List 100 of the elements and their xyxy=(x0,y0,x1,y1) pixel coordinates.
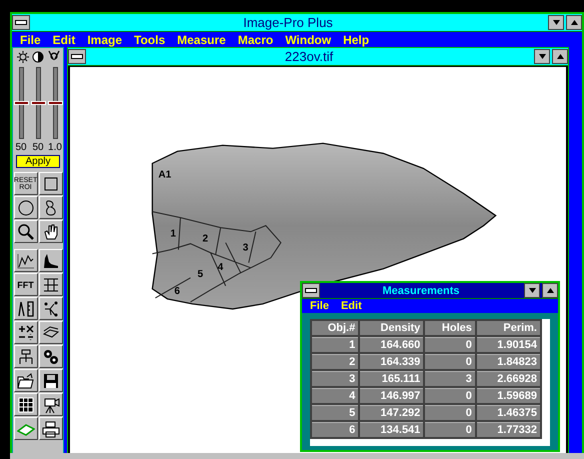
flowchart-tool-button[interactable] xyxy=(14,345,38,368)
table-cell: 0 xyxy=(425,405,475,420)
menu-item[interactable]: Measure xyxy=(173,32,234,46)
tile-grid-icon xyxy=(16,396,34,414)
slider-thumb[interactable] xyxy=(14,101,28,105)
table-cell: 0 xyxy=(425,422,475,437)
column-header: Obj.# xyxy=(312,321,358,335)
system-menu-button[interactable] xyxy=(68,49,86,64)
line-profile-icon xyxy=(16,252,34,270)
column-header: Density xyxy=(360,321,424,335)
menu-item[interactable]: File xyxy=(306,300,337,312)
caliper-ruler-icon xyxy=(16,300,34,318)
slider-thumb[interactable] xyxy=(48,101,62,105)
table-cell: 1.46375 xyxy=(476,405,540,420)
caliper-ruler-tool-button[interactable] xyxy=(14,297,38,320)
slider-value: 50 xyxy=(15,142,27,153)
table-cell: 165.111 xyxy=(360,371,424,386)
region-label: 6 xyxy=(174,286,180,297)
printer-tool-button[interactable] xyxy=(38,417,62,440)
tile-grid-tool-button[interactable] xyxy=(14,393,38,416)
camera-tool-button[interactable] xyxy=(38,393,62,416)
histogram-tool-button[interactable] xyxy=(38,249,62,272)
minimize-button[interactable] xyxy=(534,49,550,64)
rectangle-icon xyxy=(42,174,60,192)
freehand-shape-tool-button[interactable] xyxy=(38,196,62,219)
table-cell: 2 xyxy=(312,354,358,369)
up-triangle-icon xyxy=(556,54,564,59)
menu-item[interactable]: Tools xyxy=(130,32,174,46)
table-cell: 1.77332 xyxy=(476,422,540,437)
grid-table-tool-button[interactable] xyxy=(38,273,62,296)
apply-button[interactable]: Apply xyxy=(16,155,60,168)
circle-tool-button[interactable] xyxy=(14,196,38,219)
arithmetic-signs-tool-button[interactable] xyxy=(14,321,38,344)
table-cell: 164.660 xyxy=(360,337,424,352)
up-triangle-icon xyxy=(546,288,554,293)
menu-item[interactable]: Edit xyxy=(336,300,370,312)
minimize-button[interactable] xyxy=(524,283,540,298)
maximize-button[interactable] xyxy=(552,49,568,64)
menu-item[interactable]: Edit xyxy=(48,32,84,46)
hand-tool-button[interactable] xyxy=(38,220,62,243)
region-label: 4 xyxy=(218,262,224,273)
magnifier-tool-button[interactable] xyxy=(14,220,38,243)
down-triangle-icon xyxy=(528,288,536,293)
table-cell: 4 xyxy=(312,388,358,403)
down-triangle-icon xyxy=(538,54,546,59)
maximize-button[interactable] xyxy=(566,15,582,30)
minimize-button[interactable] xyxy=(548,15,564,30)
menu-item[interactable]: Help xyxy=(339,32,378,46)
table-cell: 147.292 xyxy=(360,405,424,420)
rectangle-tool-button[interactable] xyxy=(38,172,62,195)
window-title: Image-Pro Plus xyxy=(242,15,334,30)
printer-icon xyxy=(42,420,60,438)
menu-item[interactable]: Macro xyxy=(234,32,282,46)
gears-icon xyxy=(42,348,60,366)
window-title: 223ov.tif xyxy=(284,49,334,64)
table-cell: 2.66928 xyxy=(476,371,540,386)
menu-item[interactable]: Window xyxy=(281,32,340,46)
window-title: Measurements xyxy=(381,284,461,296)
table-cell: 146.997 xyxy=(360,388,424,403)
menu-item[interactable]: Image xyxy=(83,32,130,46)
down-triangle-icon xyxy=(552,20,560,25)
fft-button[interactable]: FFT xyxy=(14,273,38,296)
table-cell: 0 xyxy=(425,388,475,403)
table-cell: 1.84823 xyxy=(476,354,540,369)
menu-item[interactable]: File xyxy=(16,32,49,46)
table-cell: 6 xyxy=(312,422,358,437)
column-header: Perim. xyxy=(476,321,540,335)
brightness-contrast-gamma-icon xyxy=(16,50,60,64)
slider-thumb[interactable] xyxy=(30,101,46,105)
circle-icon xyxy=(16,198,34,216)
table-cell: 1.90154 xyxy=(476,337,540,352)
table-cell: 1 xyxy=(312,337,358,352)
layers-tool-button[interactable] xyxy=(38,321,62,344)
region-label: 5 xyxy=(198,268,204,280)
table-cell: 5 xyxy=(312,405,358,420)
gears-tool-button[interactable] xyxy=(38,345,62,368)
table-cell: 164.339 xyxy=(360,354,424,369)
table-cell: 1.59689 xyxy=(476,388,540,403)
region-label: 2 xyxy=(202,234,208,245)
open-folder-tool-button[interactable] xyxy=(14,369,38,392)
slider-value: 50 xyxy=(32,142,44,153)
table-cell: 0 xyxy=(425,337,475,352)
hand-icon xyxy=(42,222,60,240)
column-header: Holes xyxy=(425,321,475,335)
line-profile-tool-button[interactable] xyxy=(14,249,38,272)
histogram-icon xyxy=(42,252,60,270)
up-triangle-icon xyxy=(570,20,578,25)
floppy-disk-tool-button[interactable] xyxy=(38,369,62,392)
grid-table-icon xyxy=(42,276,60,294)
camera-icon xyxy=(42,396,60,414)
slider-value: 1.0 xyxy=(48,142,62,153)
table-cell: 134.541 xyxy=(360,422,424,437)
system-menu-button[interactable] xyxy=(12,15,30,30)
region-label: 3 xyxy=(242,242,248,254)
maximize-button[interactable] xyxy=(542,283,558,298)
system-menu-button[interactable] xyxy=(302,283,320,298)
table-cell: 3 xyxy=(425,371,475,386)
table-cell: 0 xyxy=(425,354,475,369)
magnifier-icon xyxy=(16,222,34,240)
region-label: A1 xyxy=(158,169,172,180)
